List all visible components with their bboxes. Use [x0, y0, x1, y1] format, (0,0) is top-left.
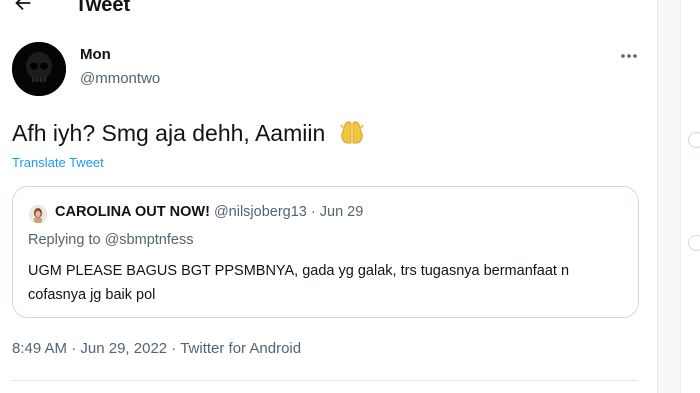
page-title: Tweet — [75, 0, 131, 16]
quoted-author-handle[interactable]: @nilsjoberg13 — [214, 204, 307, 220]
meta-separator: · — [67, 340, 81, 357]
more-options-icon[interactable] — [616, 46, 642, 66]
tweet-metadata: 8:49 AM · Jun 29, 2022 · Twitter for And… — [12, 340, 301, 357]
quoted-tweet[interactable]: CAROLINA OUT NOW! @nilsjoberg13 · Jun 29… — [12, 186, 639, 318]
quoted-replying-to: Replying to @sbmptnfess — [28, 232, 193, 248]
author-handle[interactable]: @mmontwo — [80, 70, 160, 87]
sidebar-icon — [688, 235, 700, 251]
sidebar-icon — [688, 132, 700, 148]
quoted-separator: · — [306, 204, 320, 220]
tweet-date[interactable]: Jun 29, 2022 — [80, 340, 167, 357]
avatar-skull-image — [12, 42, 66, 96]
header: Tweet — [0, 0, 658, 18]
replying-prefix: Replying to — [28, 232, 105, 248]
tweet-source-link[interactable]: Twitter for Android — [180, 340, 301, 357]
quoted-header: CAROLINA OUT NOW! @nilsjoberg13 · Jun 29 — [55, 204, 363, 220]
avatar[interactable] — [12, 42, 66, 96]
folded-hands-emoji-icon — [339, 121, 364, 144]
quoted-date[interactable]: Jun 29 — [320, 204, 364, 220]
quoted-author-name[interactable]: CAROLINA OUT NOW! — [55, 204, 210, 220]
tweet-time[interactable]: 8:49 AM — [12, 340, 67, 357]
divider — [12, 380, 638, 381]
tweet-text: Afh iyh? Smg aja dehh, Aamiin — [12, 118, 366, 148]
translate-tweet-link[interactable]: Translate Tweet — [12, 155, 104, 170]
replying-to-link[interactable]: @sbmptnfess — [105, 232, 194, 248]
quoted-avatar[interactable] — [29, 205, 47, 223]
tweet-detail-column: Tweet Mon @mmontwo Afh iyh? Smg aja dehh… — [0, 0, 658, 393]
back-arrow-icon[interactable] — [12, 0, 34, 14]
quoted-avatar-image — [29, 205, 47, 223]
quoted-text: UGM PLEASE BAGUS BGT PPSMBNYA, gada yg g… — [28, 263, 570, 303]
meta-separator: · — [167, 340, 181, 357]
right-sidebar-card — [680, 0, 700, 393]
tweet-text-content: Afh iyh? Smg aja dehh, Aamiin — [12, 120, 326, 146]
author-name[interactable]: Mon — [80, 46, 111, 63]
